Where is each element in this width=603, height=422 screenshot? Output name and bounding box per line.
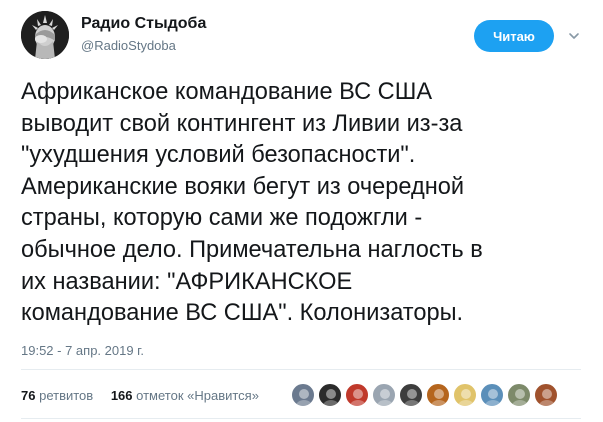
author-display-name[interactable]: Радио Стыдоба bbox=[81, 15, 206, 33]
liker-avatar-9[interactable] bbox=[507, 383, 531, 407]
retweets-label: ретвитов bbox=[39, 388, 94, 403]
liker-avatar-6[interactable] bbox=[426, 383, 450, 407]
tweet-timestamp[interactable]: 19:52 - 7 апр. 2019 г. bbox=[21, 343, 144, 358]
liker-avatar-8[interactable] bbox=[480, 383, 504, 407]
liker-avatar-7[interactable] bbox=[453, 383, 477, 407]
tweet-text-line: Американские вояки бегут из очередной bbox=[21, 173, 465, 200]
tweet-text-line: "ухудшения условий безопасности". bbox=[21, 142, 416, 169]
tweet-stats: 76 ретвитов 166 отметок «Нравится» bbox=[21, 388, 273, 403]
liker-avatar-3[interactable] bbox=[345, 383, 369, 407]
liker-avatar-5[interactable] bbox=[399, 383, 423, 407]
tweet-text-line: обычное дело. Примечательна наглость в bbox=[21, 236, 483, 263]
tweet-text-line: их названии: "АФРИКАНСКОЕ bbox=[21, 268, 353, 295]
tweet-text-line: Африканское командование ВС США bbox=[21, 79, 433, 105]
author-handle[interactable]: @RadioStydoba bbox=[81, 38, 176, 53]
liker-avatar-1[interactable] bbox=[291, 383, 315, 407]
tweet-text-line: выводит свой контингент из Ливии из-за bbox=[21, 110, 463, 137]
likes-label: отметок «Нравится» bbox=[136, 388, 259, 403]
tweet-text-line: страны, которую сами же подожгли - bbox=[21, 205, 423, 232]
liker-avatar-10[interactable] bbox=[534, 383, 558, 407]
divider bbox=[21, 418, 581, 419]
divider bbox=[21, 369, 581, 370]
tweet-card: Радио Стыдоба @RadioStydoba Читаю Африка… bbox=[0, 0, 603, 422]
author-avatar[interactable] bbox=[21, 11, 69, 59]
tweet-text-line: командование ВС США". Колонизаторы. bbox=[21, 300, 464, 327]
statue-of-liberty-facepalm-avatar bbox=[21, 11, 69, 59]
chevron-down-icon[interactable] bbox=[567, 29, 581, 43]
liker-avatars bbox=[291, 383, 561, 409]
retweets-stat[interactable]: 76 ретвитов bbox=[21, 388, 93, 403]
retweets-count: 76 bbox=[21, 388, 36, 403]
tweet-text: Африканское командование ВС США выводит … bbox=[21, 77, 591, 330]
likes-stat[interactable]: 166 отметок «Нравится» bbox=[111, 388, 259, 403]
liker-avatar-2[interactable] bbox=[318, 383, 342, 407]
likes-count: 166 bbox=[110, 388, 133, 403]
follow-button[interactable]: Читаю bbox=[474, 20, 554, 52]
liker-avatar-4[interactable] bbox=[372, 383, 396, 407]
